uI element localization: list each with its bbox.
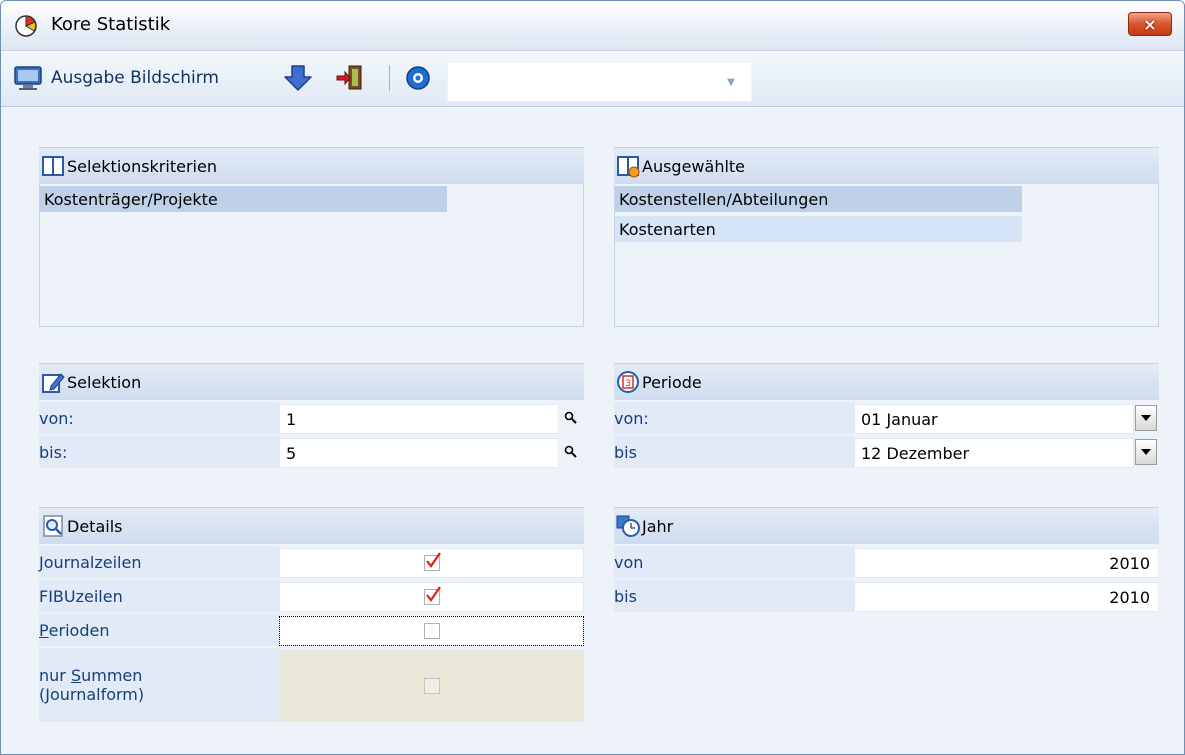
periode-panel: 3 Periode von: 01 Januar bis 12 Dezember <box>614 363 1159 473</box>
chevron-down-icon[interactable] <box>1135 439 1157 465</box>
periode-from-row: von: 01 Januar <box>614 402 1159 434</box>
selektion-to-label: bis: <box>39 436 279 468</box>
periode-from-label: von: <box>614 402 854 434</box>
download-button[interactable] <box>283 63 317 93</box>
clock-calendar-icon <box>616 515 640 537</box>
jahr-title: Jahr <box>642 516 674 536</box>
window-title: Kore Statistik <box>51 14 171 35</box>
selection-criteria-header: Selektionskriterien <box>39 147 584 184</box>
details-row-perioden: Perioden <box>39 614 584 646</box>
nur-summen-label: nur Summen (Journalform) <box>39 648 279 722</box>
selection-criteria-title: Selektionskriterien <box>67 156 217 176</box>
periode-title: Periode <box>642 372 702 392</box>
details-row-journalzeilen: Journalzeilen <box>39 546 584 578</box>
selektion-to-row: bis: 5 <box>39 436 584 468</box>
toolbar-combo[interactable]: ▼ <box>447 62 752 102</box>
perioden-checkbox[interactable] <box>423 623 440 639</box>
kore-statistik-window: Kore Statistik × Ausgabe Bildschirm ▼ Se… <box>0 0 1185 755</box>
selektion-header: Selektion <box>39 363 584 400</box>
details-panel: Details Journalzeilen FIBUzeilen Periode… <box>39 507 584 722</box>
jahr-header: Jahr <box>614 507 1159 544</box>
close-button[interactable]: × <box>1128 12 1172 36</box>
magnifier-page-icon <box>43 515 63 537</box>
details-row-nur-summen: nur Summen (Journalform) <box>39 648 584 722</box>
periode-to-label: bis <box>614 436 854 468</box>
selection-criteria-panel: Selektionskriterien Kostenträger/Projekt… <box>39 147 584 327</box>
toolbar-separator <box>389 65 390 91</box>
selected-panel: Ausgewählte Kostenstellen/Abteilungen Ko… <box>614 147 1159 327</box>
fibuzeilen-label: FIBUzeilen <box>39 580 279 612</box>
periode-header: 3 Periode <box>614 363 1159 400</box>
selected-list[interactable]: Kostenstellen/Abteilungen Kostenarten <box>614 184 1159 327</box>
jahr-from-field[interactable]: 2010 <box>854 548 1159 578</box>
columns-star-icon <box>617 156 640 178</box>
jahr-to-label: bis <box>614 580 854 612</box>
refresh-button[interactable] <box>403 63 437 93</box>
periode-to-row: bis 12 Dezember <box>614 436 1159 468</box>
chevron-down-icon[interactable] <box>1135 405 1157 431</box>
monitor-icon <box>14 66 42 90</box>
search-icon[interactable] <box>559 404 583 432</box>
perioden-checkbox-cell[interactable] <box>279 616 584 646</box>
arrow-down-icon <box>284 65 312 91</box>
jahr-panel: Jahr von 2010 bis 2010 <box>614 507 1159 617</box>
selektion-from-row: von: 1 <box>39 402 584 434</box>
selektion-from-label: von: <box>39 402 279 434</box>
nur-summen-checkbox-cell <box>279 650 584 722</box>
perioden-label: Perioden <box>39 614 279 646</box>
checkmark-icon <box>425 586 441 602</box>
journalzeilen-checkbox-cell[interactable] <box>279 548 584 578</box>
columns-icon <box>42 156 64 176</box>
exit-door-icon <box>336 65 362 90</box>
fibuzeilen-checkbox-cell[interactable] <box>279 582 584 612</box>
jahr-from-label: von <box>614 546 854 578</box>
output-screen-label: Ausgabe Bildschirm <box>51 68 219 88</box>
app-icon <box>15 15 37 37</box>
selection-criteria-list[interactable]: Kostenträger/Projekte <box>39 184 584 327</box>
selected-header: Ausgewählte <box>614 147 1159 184</box>
jahr-to-row: bis 2010 <box>614 580 1159 612</box>
selektion-title: Selektion <box>67 372 142 392</box>
periode-from-select[interactable]: 01 Januar <box>854 404 1134 434</box>
jahr-to-field[interactable]: 2010 <box>854 582 1159 612</box>
selected-title: Ausgewählte <box>642 156 746 176</box>
svg-text:3: 3 <box>625 379 631 389</box>
chevron-down-icon[interactable]: ▼ <box>723 75 739 89</box>
fibuzeilen-checkbox[interactable] <box>423 586 441 605</box>
periode-to-select[interactable]: 12 Dezember <box>854 438 1134 468</box>
edit-pencil-icon <box>42 373 65 393</box>
exit-button[interactable] <box>335 63 369 93</box>
details-row-fibuzeilen: FIBUzeilen <box>39 580 584 612</box>
details-title: Details <box>67 516 123 536</box>
journalzeilen-checkbox[interactable] <box>423 552 441 571</box>
jahr-from-row: von 2010 <box>614 546 1159 578</box>
close-icon: × <box>1143 14 1157 34</box>
checkmark-icon <box>425 552 441 568</box>
search-icon[interactable] <box>559 438 583 466</box>
selektion-to-field[interactable]: 5 <box>279 438 559 468</box>
list-item[interactable]: Kostenarten <box>615 216 1022 242</box>
details-header: Details <box>39 507 584 544</box>
list-item[interactable]: Kostenstellen/Abteilungen <box>615 186 1022 212</box>
selektion-from-field[interactable]: 1 <box>279 404 559 434</box>
output-screen-button[interactable]: Ausgabe Bildschirm <box>13 63 219 93</box>
calendar-icon: 3 <box>617 371 639 393</box>
blue-circle-icon <box>406 66 430 90</box>
nur-summen-checkbox <box>423 678 440 694</box>
title-bar: Kore Statistik × <box>1 1 1184 51</box>
list-item[interactable]: Kostenträger/Projekte <box>40 186 447 212</box>
selektion-panel: Selektion von: 1 bis: 5 <box>39 363 584 473</box>
journalzeilen-label: Journalzeilen <box>39 546 279 578</box>
